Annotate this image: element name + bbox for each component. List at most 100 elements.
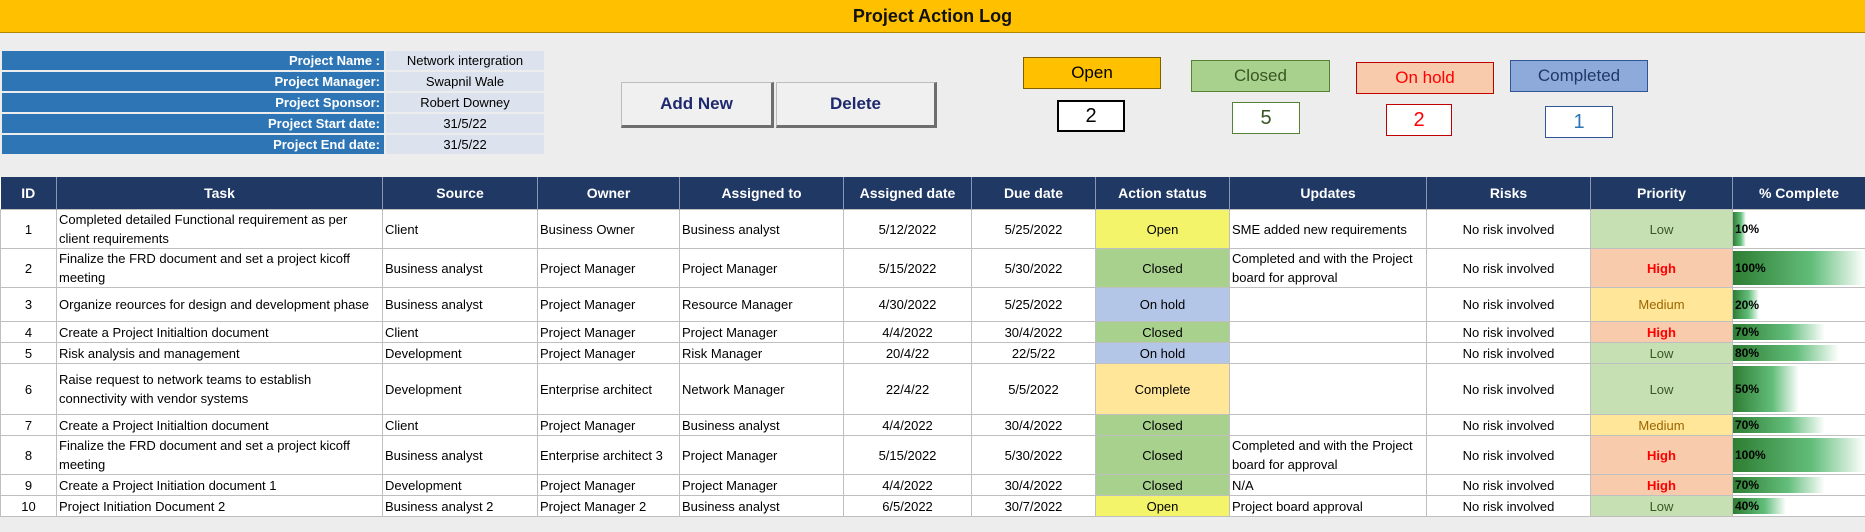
- cell-assigned-date[interactable]: 5/15/2022: [843, 435, 972, 475]
- cell-task[interactable]: Organize reources for design and develop…: [56, 287, 383, 322]
- table-row[interactable]: 7 Create a Project Initialtion document Cl…: [0, 414, 1865, 436]
- cell-updates[interactable]: SME added new requirements: [1229, 209, 1427, 249]
- cell-priority[interactable]: High: [1590, 321, 1733, 343]
- column-header[interactable]: ID: [0, 177, 57, 210]
- cell-assigned-to[interactable]: Project Manager: [679, 321, 844, 343]
- cell-assigned-date[interactable]: 4/4/2022: [843, 321, 972, 343]
- cell-owner[interactable]: Project Manager: [537, 248, 680, 288]
- cell-updates[interactable]: Completed and with the Project board for…: [1229, 248, 1427, 288]
- cell-action-status[interactable]: Closed: [1095, 414, 1230, 436]
- cell-task[interactable]: Raise request to network teams to establ…: [56, 363, 383, 415]
- cell-updates[interactable]: [1229, 414, 1427, 436]
- cell-percent-complete[interactable]: 100%: [1732, 435, 1865, 475]
- cell-owner[interactable]: Enterprise architect: [537, 363, 680, 415]
- cell-task[interactable]: Completed detailed Functional requiremen…: [56, 209, 383, 249]
- cell-owner[interactable]: Project Manager: [537, 342, 680, 364]
- delete-button[interactable]: Delete: [776, 82, 937, 128]
- cell-assigned-date[interactable]: 6/5/2022: [843, 495, 972, 517]
- cell-risks[interactable]: No risk involved: [1426, 363, 1591, 415]
- cell-risks[interactable]: No risk involved: [1426, 342, 1591, 364]
- cell-assigned-to[interactable]: Network Manager: [679, 363, 844, 415]
- cell-id[interactable]: 7: [0, 414, 57, 436]
- cell-percent-complete[interactable]: 100%: [1732, 248, 1865, 288]
- cell-source[interactable]: Client: [382, 414, 538, 436]
- cell-action-status[interactable]: Closed: [1095, 435, 1230, 475]
- column-header[interactable]: Assigned to: [679, 177, 844, 210]
- cell-owner[interactable]: Project Manager: [537, 321, 680, 343]
- cell-owner[interactable]: Project Manager: [537, 414, 680, 436]
- cell-risks[interactable]: No risk involved: [1426, 495, 1591, 517]
- table-row[interactable]: 3 Organize reources for design and develo…: [0, 287, 1865, 322]
- cell-assigned-to[interactable]: Project Manager: [679, 474, 844, 496]
- cell-assigned-to[interactable]: Resource Manager: [679, 287, 844, 322]
- cell-action-status[interactable]: Complete: [1095, 363, 1230, 415]
- cell-risks[interactable]: No risk involved: [1426, 474, 1591, 496]
- cell-risks[interactable]: No risk involved: [1426, 414, 1591, 436]
- cell-owner[interactable]: Enterprise architect 3: [537, 435, 680, 475]
- cell-risks[interactable]: No risk involved: [1426, 287, 1591, 322]
- project-info-value[interactable]: Robert Downey: [384, 92, 544, 114]
- table-row[interactable]: 10 Project Initiation Document 2 Business …: [0, 495, 1865, 517]
- cell-updates[interactable]: N/A: [1229, 474, 1427, 496]
- cell-task[interactable]: Finalize the FRD document and set a proj…: [56, 248, 383, 288]
- cell-due-date[interactable]: 30/4/2022: [971, 414, 1096, 436]
- table-row[interactable]: 6 Raise request to network teams to estab…: [0, 363, 1865, 415]
- cell-action-status[interactable]: On hold: [1095, 342, 1230, 364]
- cell-source[interactable]: Development: [382, 474, 538, 496]
- cell-task[interactable]: Create a Project Initiation document 1: [56, 474, 383, 496]
- cell-assigned-to[interactable]: Business analyst: [679, 209, 844, 249]
- column-header[interactable]: Due date: [971, 177, 1096, 210]
- column-header[interactable]: Task: [56, 177, 383, 210]
- cell-assigned-date[interactable]: 22/4/22: [843, 363, 972, 415]
- cell-action-status[interactable]: Closed: [1095, 321, 1230, 343]
- cell-assigned-date[interactable]: 4/4/2022: [843, 414, 972, 436]
- table-row[interactable]: 9 Create a Project Initiation document 1D…: [0, 474, 1865, 496]
- cell-owner[interactable]: Project Manager: [537, 474, 680, 496]
- column-header[interactable]: Action status: [1095, 177, 1230, 210]
- cell-source[interactable]: Business analyst: [382, 435, 538, 475]
- cell-percent-complete[interactable]: 40%: [1732, 495, 1865, 517]
- cell-action-status[interactable]: Closed: [1095, 474, 1230, 496]
- cell-updates[interactable]: [1229, 342, 1427, 364]
- cell-action-status[interactable]: Open: [1095, 495, 1230, 517]
- cell-assigned-date[interactable]: 4/30/2022: [843, 287, 972, 322]
- cell-source[interactable]: Development: [382, 363, 538, 415]
- cell-risks[interactable]: No risk involved: [1426, 435, 1591, 475]
- table-row[interactable]: 2 Finalize the FRD document and set a pro…: [0, 248, 1865, 288]
- cell-assigned-to[interactable]: Business analyst: [679, 414, 844, 436]
- project-info-value[interactable]: 31/5/22: [384, 113, 544, 135]
- cell-updates[interactable]: [1229, 287, 1427, 322]
- cell-id[interactable]: 4: [0, 321, 57, 343]
- cell-due-date[interactable]: 5/25/2022: [971, 287, 1096, 322]
- add-new-button[interactable]: Add New: [621, 82, 774, 128]
- cell-source[interactable]: Client: [382, 209, 538, 249]
- project-info-value[interactable]: 31/5/22: [384, 134, 544, 156]
- cell-updates[interactable]: [1229, 363, 1427, 415]
- cell-due-date[interactable]: 5/30/2022: [971, 248, 1096, 288]
- cell-owner[interactable]: Business Owner: [537, 209, 680, 249]
- cell-source[interactable]: Business analyst: [382, 248, 538, 288]
- cell-due-date[interactable]: 30/7/2022: [971, 495, 1096, 517]
- cell-updates[interactable]: Completed and with the Project board for…: [1229, 435, 1427, 475]
- cell-risks[interactable]: No risk involved: [1426, 209, 1591, 249]
- cell-percent-complete[interactable]: 10%: [1732, 209, 1865, 249]
- cell-percent-complete[interactable]: 70%: [1732, 414, 1865, 436]
- cell-assigned-date[interactable]: 4/4/2022: [843, 474, 972, 496]
- cell-id[interactable]: 8: [0, 435, 57, 475]
- cell-assigned-to[interactable]: Project Manager: [679, 435, 844, 475]
- cell-id[interactable]: 1: [0, 209, 57, 249]
- column-header[interactable]: % Complete: [1732, 177, 1865, 210]
- project-info-value[interactable]: Network intergration: [384, 51, 544, 72]
- project-info-value[interactable]: Swapnil Wale: [384, 71, 544, 93]
- column-header[interactable]: Assigned date: [843, 177, 972, 210]
- cell-id[interactable]: 9: [0, 474, 57, 496]
- cell-id[interactable]: 6: [0, 363, 57, 415]
- cell-assigned-date[interactable]: 20/4/22: [843, 342, 972, 364]
- cell-assigned-date[interactable]: 5/12/2022: [843, 209, 972, 249]
- cell-priority[interactable]: Medium: [1590, 287, 1733, 322]
- cell-action-status[interactable]: Closed: [1095, 248, 1230, 288]
- cell-priority[interactable]: Medium: [1590, 414, 1733, 436]
- cell-priority[interactable]: High: [1590, 474, 1733, 496]
- cell-due-date[interactable]: 22/5/22: [971, 342, 1096, 364]
- column-header[interactable]: Source: [382, 177, 538, 210]
